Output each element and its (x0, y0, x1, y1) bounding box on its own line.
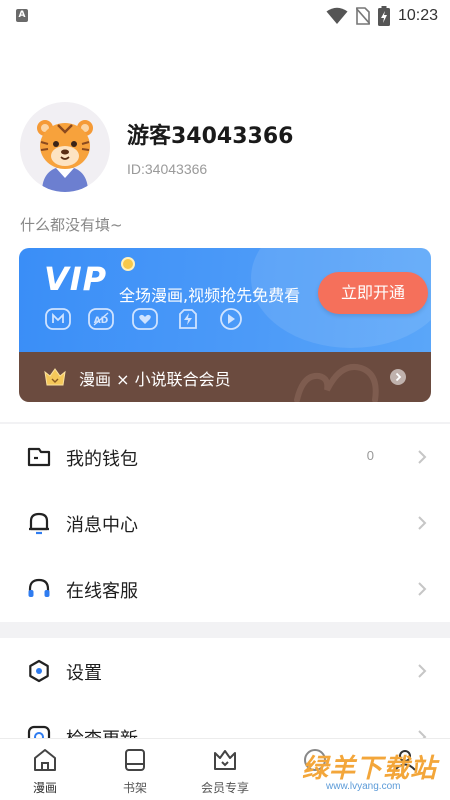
menu-label: 检查更新 (66, 725, 138, 738)
tiger-avatar-icon (20, 102, 110, 192)
chevron-right-icon (418, 582, 427, 596)
app-notification-icon: A (16, 9, 28, 22)
union-membership-banner[interactable]: 漫画 × 小说联合会员 (19, 352, 431, 402)
crown-icon (214, 750, 236, 770)
clock: 10:23 (397, 7, 438, 24)
wallet-icon (27, 447, 51, 467)
home-icon (34, 749, 56, 771)
tab-comics[interactable]: 漫画 (0, 739, 90, 800)
crown-union-icon (44, 368, 66, 386)
update-icon (27, 725, 51, 738)
vip-logo: VIP (44, 260, 108, 298)
bio[interactable]: 什么都没有填~ (20, 214, 123, 235)
menu-item-wallet[interactable]: 我的钱包 0 (0, 424, 450, 490)
vip-description: 全场漫画,视频抢先免费看 (119, 286, 301, 305)
menu-item-settings[interactable]: 设置 (0, 638, 450, 704)
menu-label: 消息中心 (66, 515, 138, 536)
m-badge-icon (45, 308, 71, 330)
watermark-logo: 绿羊下载站 (302, 754, 438, 784)
heart-icon (132, 308, 158, 330)
chevron-right-icon (418, 516, 427, 530)
vip-subscribe-button[interactable]: 立即开通 (318, 272, 428, 314)
settings-icon (29, 659, 49, 683)
tab-label: 会员专享 (200, 781, 249, 795)
no-sim-icon (355, 7, 370, 25)
svg-text:AD: AD (94, 316, 108, 326)
vip-crown-badge-icon (121, 257, 135, 271)
menu-group-system: 设置 检查更新 (0, 638, 450, 738)
watermark-url: www.lvyang.com (326, 781, 401, 792)
avatar[interactable] (20, 102, 110, 192)
battery-charging-icon (377, 6, 390, 26)
menu-label: 设置 (66, 663, 102, 684)
tab-label: 书架 (122, 781, 147, 795)
username[interactable]: 游客34043366 (127, 118, 293, 150)
status-bar: A 10:23 (0, 0, 450, 32)
chevron-right-icon (418, 730, 427, 738)
wallet-balance: 0 (366, 448, 374, 463)
lightning-icon (179, 309, 197, 329)
chevron-right-icon (418, 450, 427, 464)
bell-icon (29, 512, 49, 535)
menu-item-support[interactable]: 在线客服 (0, 556, 450, 622)
headset-icon (28, 578, 50, 597)
menu-group-account: 我的钱包 0 消息中心 在线客服 (0, 424, 450, 622)
menu-item-messages[interactable]: 消息中心 (0, 490, 450, 556)
user-id: ID:34043366 (127, 161, 208, 177)
status-icons: 10:23 (326, 5, 438, 27)
vip-card[interactable]: VIP 全场漫画,视频抢先免费看 AD 立即开通 (19, 248, 431, 352)
chevron-right-icon (418, 664, 427, 678)
tab-vip[interactable]: 会员专享 (180, 739, 270, 800)
menu-label: 在线客服 (66, 581, 138, 602)
chevron-right-icon (390, 369, 406, 385)
union-membership-label: 漫画 × 小说联合会员 (79, 370, 231, 389)
tab-label: 漫画 (32, 781, 57, 795)
menu-item-check-update[interactable]: 检查更新 (0, 704, 450, 738)
wifi-icon (326, 7, 348, 24)
play-icon (220, 308, 242, 330)
tab-bookshelf[interactable]: 书架 (90, 739, 180, 800)
ad-free-icon: AD (88, 308, 114, 330)
menu-label: 我的钱包 (66, 449, 138, 470)
bookshelf-icon (125, 749, 145, 771)
